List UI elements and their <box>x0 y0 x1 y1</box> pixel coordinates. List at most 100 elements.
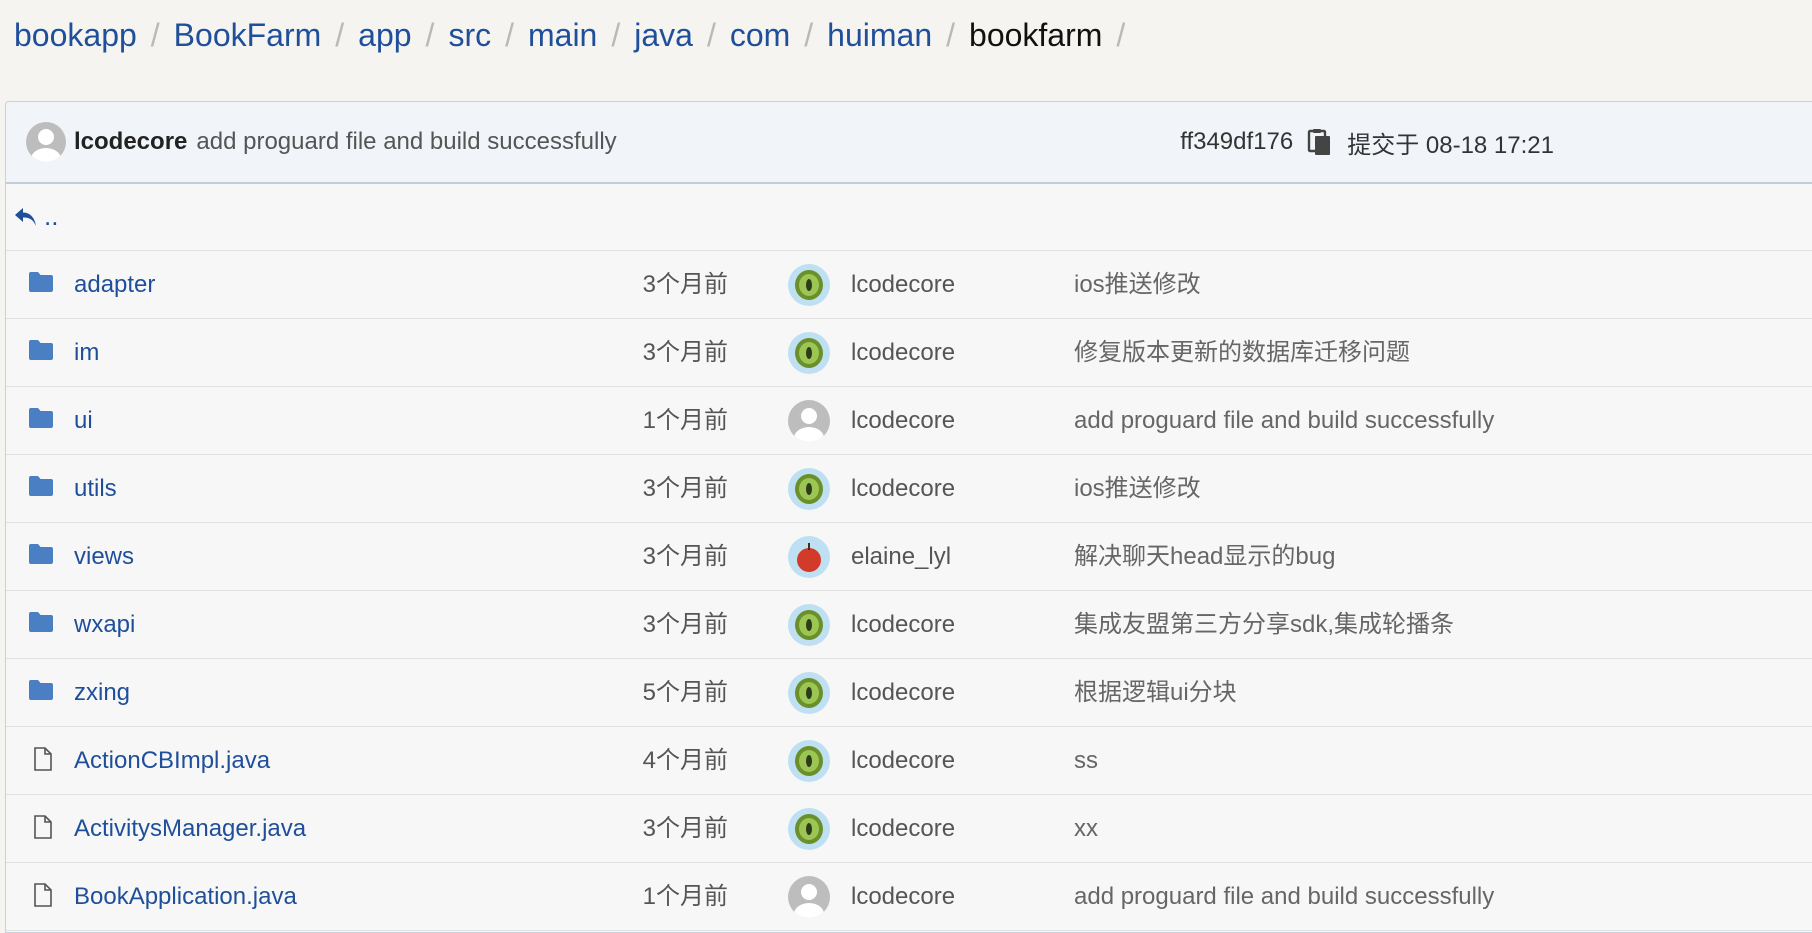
breadcrumb-separator: / <box>150 16 160 53</box>
breadcrumb: bookapp / BookFarm / app / src / main / … <box>14 12 1139 58</box>
file-name-link[interactable]: ui <box>74 387 93 454</box>
breadcrumb-separator: / <box>335 16 345 53</box>
last-modified-time: 3个月前 <box>642 339 728 366</box>
breadcrumb-separator: / <box>946 16 956 53</box>
commit-time: 提交于 08-18 17:21 <box>1347 131 1554 159</box>
file-name-link[interactable]: BookApplication.java <box>74 863 297 930</box>
reply-arrow-icon <box>15 207 36 226</box>
latest-commit-bar: lcodecore add proguard file and build su… <box>6 102 1812 184</box>
commit-message[interactable]: add proguard file and build successfully <box>196 128 616 156</box>
author-avatar[interactable] <box>788 672 830 714</box>
author-name[interactable]: lcodecore <box>851 659 955 726</box>
file-name-link[interactable]: utils <box>74 455 117 522</box>
file-name-link[interactable]: im <box>74 319 99 386</box>
file-row[interactable]: adapter 3个月前 lcodecore ios推送修改 <box>6 251 1812 319</box>
breadcrumb-bookfarm-repo[interactable]: BookFarm <box>174 17 322 54</box>
author-avatar[interactable] <box>788 808 830 850</box>
folder-icon <box>28 407 54 431</box>
file-icon <box>32 883 58 907</box>
author-name[interactable]: lcodecore <box>851 863 955 930</box>
author-avatar[interactable] <box>788 400 830 442</box>
folder-icon <box>28 679 54 703</box>
file-name-link[interactable]: adapter <box>74 251 155 318</box>
commit-message-link[interactable]: 修复版本更新的数据库迁移问题 <box>1074 319 1410 386</box>
commit-message-link[interactable]: xx <box>1074 795 1098 862</box>
file-icon <box>32 747 58 771</box>
parent-directory-link[interactable]: .. <box>14 201 58 232</box>
file-name-link[interactable]: ActionCBImpl.java <box>74 727 270 794</box>
breadcrumb-app[interactable]: app <box>358 17 411 54</box>
author-avatar[interactable] <box>788 740 830 782</box>
commit-author-avatar[interactable] <box>26 122 66 162</box>
breadcrumb-separator: / <box>706 16 716 53</box>
author-name[interactable]: lcodecore <box>851 387 955 454</box>
commit-meta: ff349df176 提交于 08-18 17:21 <box>1180 102 1554 182</box>
last-modified-time: 3个月前 <box>642 815 728 842</box>
breadcrumb-java[interactable]: java <box>634 17 693 54</box>
breadcrumb-separator: / <box>804 16 814 53</box>
commit-message-link[interactable]: add proguard file and build successfully <box>1074 863 1494 930</box>
author-avatar[interactable] <box>788 264 830 306</box>
folder-icon <box>28 475 54 499</box>
file-row[interactable]: views 3个月前 elaine_lyl 解决聊天head显示的bug <box>6 523 1812 591</box>
file-row[interactable]: ActivitysManager.java 3个月前 lcodecore xx <box>6 795 1812 863</box>
author-name[interactable]: lcodecore <box>851 319 955 386</box>
folder-icon <box>28 543 54 567</box>
commit-message-link[interactable]: add proguard file and build successfully <box>1074 387 1494 454</box>
last-modified-time: 3个月前 <box>642 475 728 502</box>
file-name-link[interactable]: zxing <box>74 659 130 726</box>
last-modified-time: 5个月前 <box>642 679 728 706</box>
breadcrumb-main[interactable]: main <box>528 17 597 54</box>
breadcrumb-separator: / <box>1116 16 1126 53</box>
commit-message-link[interactable]: ios推送修改 <box>1074 455 1201 522</box>
author-name[interactable]: lcodecore <box>851 795 955 862</box>
file-row[interactable]: ActionCBImpl.java 4个月前 lcodecore ss <box>6 727 1812 795</box>
file-name-link[interactable]: ActivitysManager.java <box>74 795 306 862</box>
file-row[interactable]: im 3个月前 lcodecore 修复版本更新的数据库迁移问题 <box>6 319 1812 387</box>
commit-hash[interactable]: ff349df176 <box>1180 128 1293 156</box>
file-row[interactable]: utils 3个月前 lcodecore ios推送修改 <box>6 455 1812 523</box>
author-avatar[interactable] <box>788 604 830 646</box>
file-icon <box>32 815 58 839</box>
breadcrumb-bookapp[interactable]: bookapp <box>14 17 137 54</box>
author-avatar[interactable] <box>788 876 830 918</box>
breadcrumb-separator: / <box>505 16 514 53</box>
breadcrumb-huiman[interactable]: huiman <box>827 17 932 54</box>
breadcrumb-com[interactable]: com <box>730 17 790 54</box>
last-modified-time: 1个月前 <box>642 407 728 434</box>
file-row[interactable]: ui 1个月前 lcodecore add proguard file and bui… <box>6 387 1812 455</box>
commit-message-link[interactable]: 集成友盟第三方分享sdk,集成轮播条 <box>1074 591 1454 658</box>
file-row[interactable]: zxing 5个月前 lcodecore 根据逻辑ui分块 <box>6 659 1812 727</box>
commit-message-link[interactable]: ss <box>1074 727 1098 794</box>
folder-icon <box>28 271 54 295</box>
file-row[interactable]: wxapi 3个月前 lcodecore 集成友盟第三方分享sdk,集成轮播条 <box>6 591 1812 659</box>
last-modified-time: 3个月前 <box>642 543 728 570</box>
copy-icon[interactable] <box>1307 128 1333 156</box>
author-name[interactable]: lcodecore <box>851 591 955 658</box>
commit-message-link[interactable]: 根据逻辑ui分块 <box>1074 659 1237 726</box>
file-row[interactable]: BookApplication.java 1个月前 lcodecore add pro… <box>6 863 1812 931</box>
breadcrumb-current: bookfarm <box>969 16 1103 53</box>
file-name-link[interactable]: wxapi <box>74 591 135 658</box>
author-avatar[interactable] <box>788 536 830 578</box>
author-name[interactable]: lcodecore <box>851 727 955 794</box>
commit-author-name[interactable]: lcodecore <box>74 128 187 156</box>
author-avatar[interactable] <box>788 332 830 374</box>
commit-message-link[interactable]: 解决聊天head显示的bug <box>1074 523 1335 590</box>
author-name[interactable]: elaine_lyl <box>851 523 951 590</box>
breadcrumb-separator: / <box>611 16 621 53</box>
commit-message-link[interactable]: ios推送修改 <box>1074 251 1201 318</box>
author-name[interactable]: lcodecore <box>851 455 955 522</box>
author-name[interactable]: lcodecore <box>851 251 955 318</box>
last-modified-time: 3个月前 <box>642 611 728 638</box>
file-name-link[interactable]: views <box>74 523 134 590</box>
parent-directory-row[interactable]: .. <box>6 184 1812 251</box>
parent-directory-label: .. <box>44 201 59 231</box>
last-modified-time: 4个月前 <box>642 747 728 774</box>
author-avatar[interactable] <box>788 468 830 510</box>
folder-icon <box>28 611 54 635</box>
breadcrumb-separator: / <box>425 16 435 53</box>
file-list: adapter 3个月前 lcodecore ios推送修改 im 3个月前 lcodeco… <box>6 251 1812 931</box>
breadcrumb-src[interactable]: src <box>448 17 491 54</box>
file-tree-panel: lcodecore add proguard file and build su… <box>5 101 1812 933</box>
